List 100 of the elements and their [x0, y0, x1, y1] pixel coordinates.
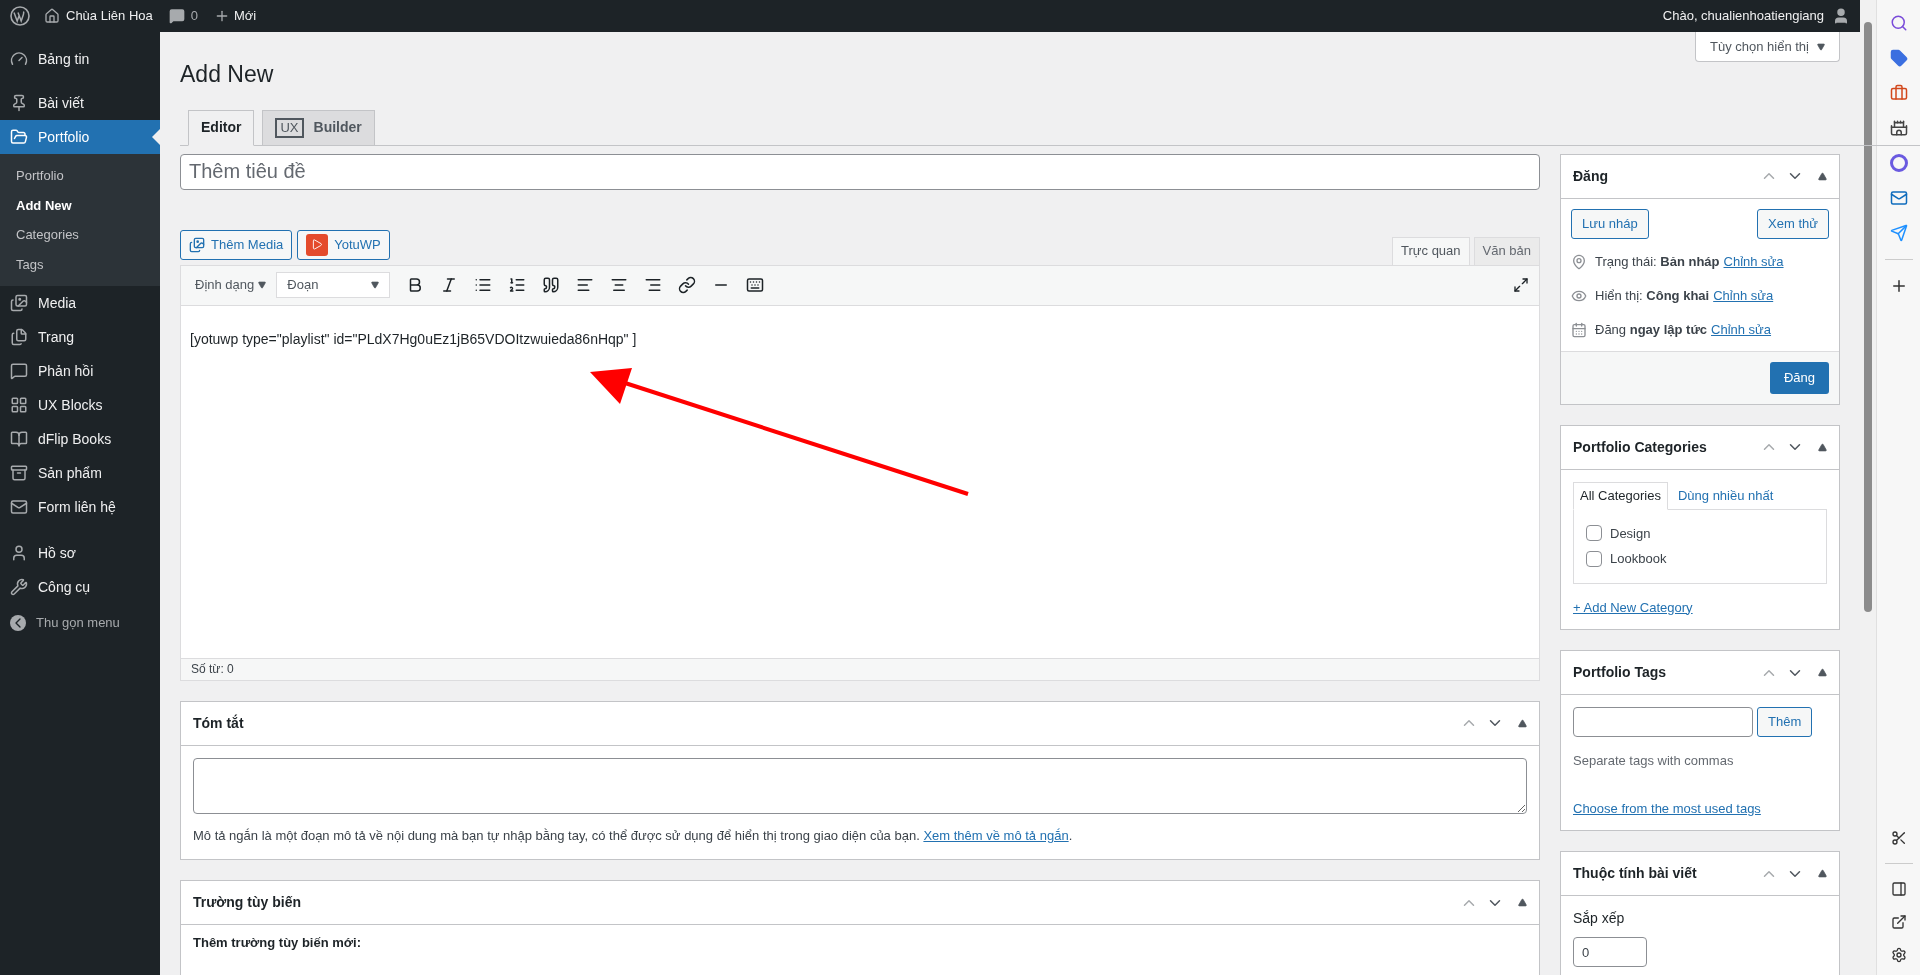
- media-button[interactable]: Thêm Media: [180, 229, 293, 260]
- box-title: Portfolio Categories: [1573, 437, 1708, 457]
- current-pointer-icon: [152, 129, 160, 145]
- sidebar-item[interactable]: Form liên hệ: [0, 490, 160, 524]
- submenu-item[interactable]: Portfolio: [0, 161, 160, 191]
- editor-tab[interactable]: UX Builder: [262, 109, 375, 146]
- settings-icon[interactable]: [1890, 947, 1907, 963]
- numbered-list-icon[interactable]: [508, 276, 527, 294]
- sidebar-icon[interactable]: [1890, 881, 1907, 897]
- quote-icon[interactable]: [542, 276, 561, 294]
- collapse-icon[interactable]: [1818, 171, 1827, 181]
- comment-count[interactable]: 0: [190, 6, 198, 26]
- avatar-icon[interactable]: [1832, 7, 1850, 25]
- new-link[interactable]: Mới: [233, 6, 257, 26]
- user-icon: [10, 544, 28, 562]
- ux-badge: UX: [275, 117, 304, 138]
- add-category-link[interactable]: + Add New Category: [1573, 597, 1693, 617]
- toolbox-icon[interactable]: [1889, 84, 1908, 102]
- media-icon: [189, 236, 205, 253]
- collapse-icon[interactable]: [1818, 442, 1827, 452]
- edit-link[interactable]: Chỉnh sửa: [1723, 251, 1784, 272]
- search-icon[interactable]: [1889, 14, 1908, 32]
- editor-mode-tab[interactable]: Trực quan: [1392, 236, 1470, 265]
- block-format-select[interactable]: Đoạn: [276, 272, 391, 298]
- book-icon: [10, 430, 28, 448]
- page-title: Add New: [180, 60, 275, 89]
- align-center-icon[interactable]: [610, 276, 629, 294]
- sidebar-item[interactable]: Sản phẩm: [0, 456, 160, 490]
- checkbox[interactable]: [1586, 525, 1602, 542]
- mail-icon[interactable]: [1889, 189, 1908, 207]
- archive-icon: [10, 464, 28, 482]
- submenu-item[interactable]: Categories: [0, 220, 160, 250]
- link-icon[interactable]: [678, 276, 697, 294]
- format-menu[interactable]: Định dạng: [189, 275, 273, 295]
- custom-field-label: Thêm trường tùy biến mới:: [192, 934, 362, 952]
- title-field[interactable]: Thêm tiêu đề: [180, 153, 1540, 190]
- blocks-icon: [10, 396, 28, 414]
- greeting-link[interactable]: Chào, chualienhoatiengiang: [1662, 6, 1824, 26]
- external-link-icon[interactable]: [1890, 914, 1907, 930]
- media-button[interactable]: YotuWP: [297, 229, 390, 260]
- calendar-icon: [1571, 321, 1587, 338]
- collapse-icon[interactable]: [1518, 718, 1527, 728]
- category-tab[interactable]: All Categories: [1573, 481, 1668, 510]
- submenu-item[interactable]: Add New: [0, 190, 160, 220]
- publish-setting: Đăng ngay lập tức: [1595, 320, 1708, 339]
- fullscreen-icon[interactable]: [1513, 277, 1529, 293]
- collapse-icon[interactable]: [1818, 869, 1827, 878]
- edit-link[interactable]: Chỉnh sửa: [1713, 285, 1774, 306]
- align-left-icon[interactable]: [576, 276, 595, 294]
- sidebar-item[interactable]: UX Blocks: [0, 388, 160, 422]
- caret-icon: [371, 281, 380, 289]
- screenshot-icon[interactable]: [1890, 830, 1907, 846]
- checkbox[interactable]: [1586, 550, 1602, 567]
- sidebar-item[interactable]: Công cụ: [0, 570, 160, 604]
- tags-hint: Separate tags with commas: [1573, 752, 1735, 770]
- sidebar-item[interactable]: Hồ sơ: [0, 536, 160, 570]
- ring-icon[interactable]: [1889, 154, 1908, 172]
- sidebar-item[interactable]: Trang: [0, 320, 160, 354]
- tag-icon[interactable]: [1889, 49, 1908, 67]
- sidebar-item[interactable]: Media: [0, 286, 160, 320]
- tag-field[interactable]: [1573, 707, 1753, 737]
- learn-more-link[interactable]: Xem thêm về mô tả ngắn: [923, 827, 1069, 843]
- publish-button[interactable]: Đăng: [1769, 361, 1829, 394]
- collapse-menu-button[interactable]: Thu gọn menu: [0, 606, 160, 640]
- paper-plane-icon[interactable]: [1889, 224, 1908, 242]
- save-draft-button[interactable]: Lưu nháp: [1571, 208, 1649, 239]
- submenu-item[interactable]: Tags: [0, 249, 160, 279]
- most-used-tags-link[interactable]: Choose from the most used tags: [1573, 798, 1761, 818]
- publish-setting: Trạng thái: Bản nháp: [1595, 252, 1720, 271]
- comment-icon[interactable]: [168, 8, 185, 24]
- sidebar-item[interactable]: Bài viết: [0, 86, 160, 120]
- sidebar-item[interactable]: Phản hồi: [0, 354, 160, 388]
- play-icon: [306, 233, 329, 256]
- align-right-icon[interactable]: [644, 276, 663, 294]
- preview-button[interactable]: Xem thử: [1757, 208, 1829, 239]
- speech-bubble-icon: [10, 362, 28, 380]
- sidebar-item[interactable]: Bảng tin: [0, 42, 160, 76]
- sidebar-item[interactable]: dFlip Books: [0, 422, 160, 456]
- edit-link[interactable]: Chỉnh sửa: [1711, 319, 1772, 340]
- wordpress-logo-icon[interactable]: [10, 6, 30, 26]
- box-title: Đăng: [1573, 166, 1609, 186]
- scrollbar-thumb[interactable]: [1864, 22, 1872, 612]
- home-icon[interactable]: [44, 8, 60, 24]
- publish-setting: Hiển thị: Công khai: [1595, 286, 1710, 305]
- wrench-icon: [10, 578, 28, 596]
- keyboard-icon[interactable]: [746, 276, 765, 294]
- screen-options-button[interactable]: Tùy chọn hiển thị: [1695, 32, 1840, 62]
- collapse-icon[interactable]: [1518, 898, 1527, 907]
- site-name-link[interactable]: Chùa Liên Hoa: [66, 6, 153, 26]
- category-tab[interactable]: Dùng nhiều nhất: [1667, 481, 1784, 510]
- editor-mode-tab[interactable]: Văn bản: [1473, 236, 1540, 265]
- folder-icon: [10, 128, 28, 146]
- order-field[interactable]: 0: [1573, 937, 1647, 967]
- sidebar-item[interactable]: Portfolio: [0, 120, 160, 154]
- editor-content[interactable]: [yotuwp type="playlist" id="PLdX7Hg0uEz1jB65VDOItzwuieda86nHqp" ]: [190, 328, 1530, 350]
- collapse-icon[interactable]: [1818, 668, 1827, 677]
- excerpt-field[interactable]: [193, 757, 1527, 814]
- editor-tab[interactable]: Editor: [188, 109, 255, 146]
- add-tag-button[interactable]: Thêm: [1757, 707, 1813, 737]
- bullet-list-icon[interactable]: [474, 276, 493, 294]
